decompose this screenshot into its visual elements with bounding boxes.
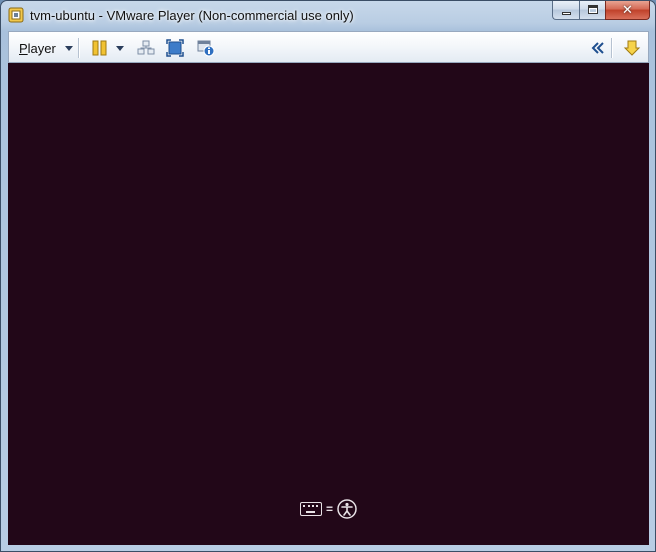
maximize-icon <box>588 5 598 14</box>
toolbar-separator <box>78 38 79 58</box>
maximize-button[interactable] <box>579 1 605 20</box>
vmware-tools-download-icon[interactable] <box>623 39 641 57</box>
title-bar[interactable]: tvm-ubuntu - VMware Player (Non-commerci… <box>1 1 655 31</box>
send-ctrl-alt-del-icon[interactable] <box>137 39 155 57</box>
player-menu-label: layer <box>27 40 56 56</box>
equals-sign: = <box>326 502 334 516</box>
minimize-button[interactable] <box>552 1 579 20</box>
pause-dropdown-arrow-icon[interactable] <box>116 46 124 51</box>
toolbar: Player <box>8 31 649 63</box>
unity-icon[interactable] <box>197 39 215 57</box>
player-menu-button[interactable]: Player <box>19 39 73 57</box>
full-screen-icon[interactable] <box>166 39 184 57</box>
accessibility-indicator[interactable]: = <box>300 499 357 519</box>
window-title: tvm-ubuntu - VMware Player (Non-commerci… <box>30 8 354 23</box>
close-button[interactable]: ✕ <box>605 1 650 20</box>
close-icon: ✕ <box>622 2 633 17</box>
toolbar-separator-right <box>611 38 612 58</box>
accessibility-person-icon <box>337 499 357 519</box>
minimize-icon <box>562 12 571 15</box>
keyboard-icon <box>300 502 322 516</box>
caption-buttons: ✕ <box>552 1 650 21</box>
vm-display[interactable]: = <box>8 63 649 545</box>
chevron-down-icon <box>64 45 73 51</box>
collapse-toolbar-icon[interactable] <box>589 39 607 57</box>
player-menu-mnemonic: P <box>19 40 28 56</box>
vmware-player-window: tvm-ubuntu - VMware Player (Non-commerci… <box>0 0 656 552</box>
pause-icon[interactable] <box>91 39 109 57</box>
vmware-player-icon[interactable] <box>8 7 24 23</box>
